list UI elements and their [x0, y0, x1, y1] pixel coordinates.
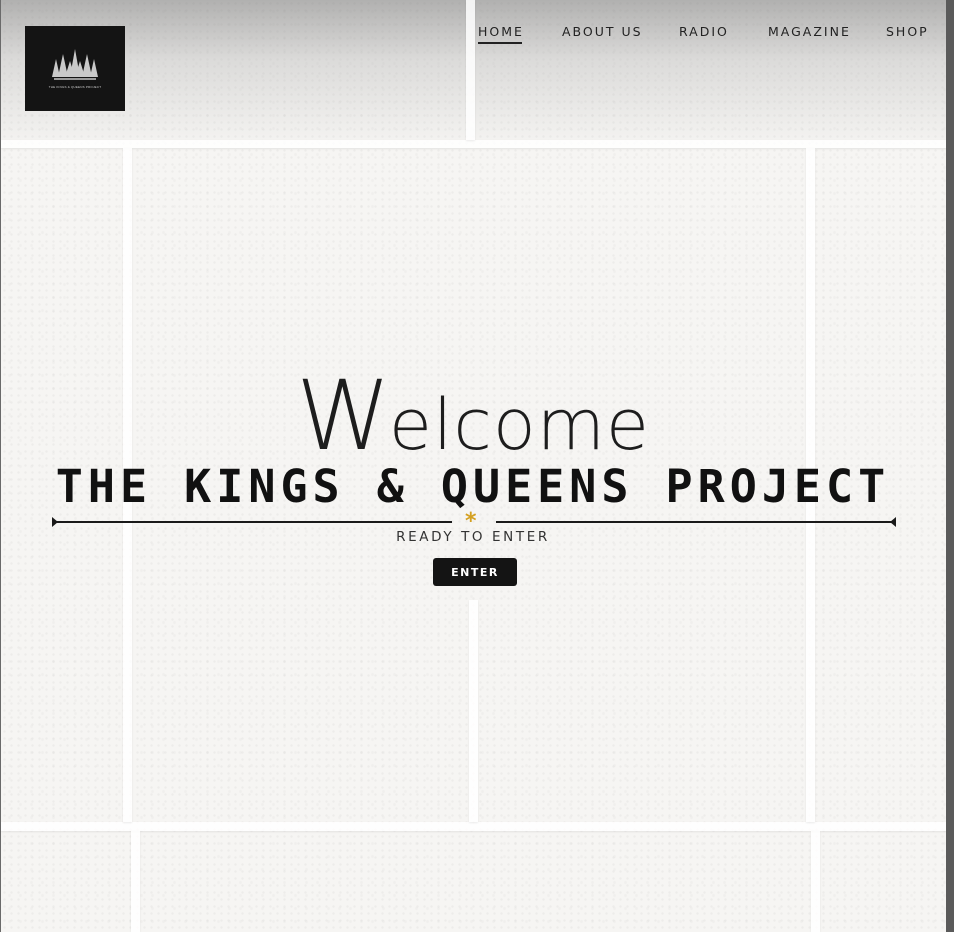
crown-icon — [52, 48, 98, 80]
nav-magazine[interactable]: MAGAZINE — [768, 24, 851, 39]
mortar-line — [131, 831, 140, 932]
welcome-rest: elcome — [388, 384, 650, 466]
enter-button[interactable]: ENTER — [433, 558, 517, 586]
nav-home[interactable]: HOME — [478, 24, 524, 44]
scrollbar[interactable] — [946, 0, 954, 932]
nav-about-us[interactable]: ABOUT US — [562, 24, 643, 39]
mortar-line — [466, 0, 475, 140]
tagline: READY TO ENTER — [396, 529, 550, 545]
main-nav: HOME ABOUT US RADIO MAGAZINE SHOP — [0, 24, 946, 48]
nav-shop[interactable]: SHOP — [886, 24, 929, 39]
welcome-initial: W — [295, 360, 391, 472]
mortar-line — [811, 831, 820, 932]
project-title: THE KINGS & QUEENS PROJECT — [55, 460, 891, 513]
mortar-line — [1, 140, 947, 148]
ornamental-divider: * — [52, 511, 896, 533]
welcome-heading: Welcome — [0, 368, 946, 464]
nav-radio[interactable]: RADIO — [679, 24, 729, 39]
mortar-line — [1, 822, 947, 831]
logo-text: THE KINGS & QUEENS PROJECT — [48, 84, 102, 89]
mortar-line — [469, 600, 478, 822]
